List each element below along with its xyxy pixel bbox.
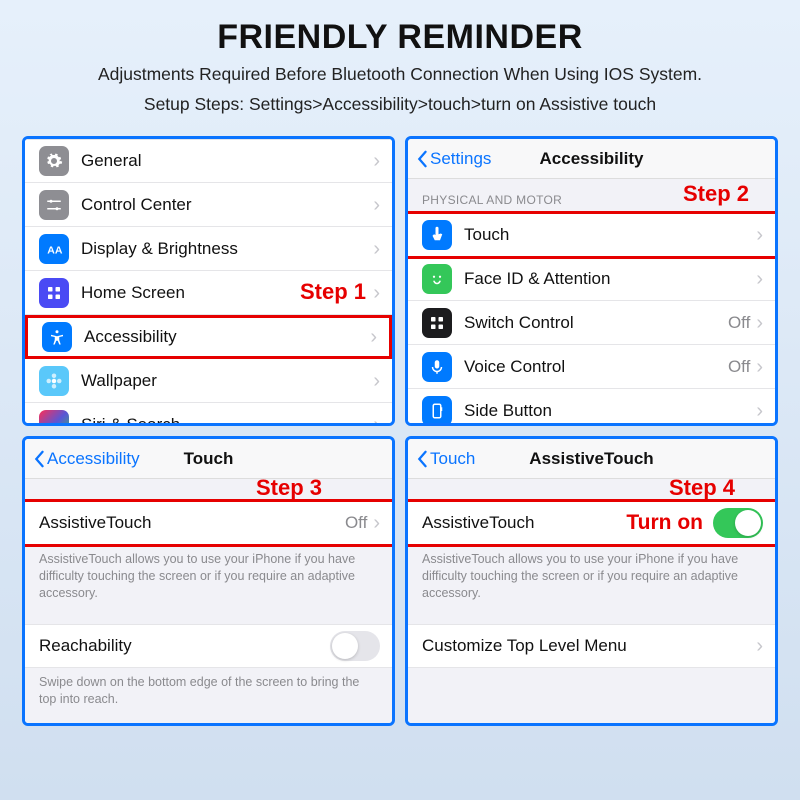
chevron-right-icon: › xyxy=(373,513,380,533)
touch-icon xyxy=(422,220,452,250)
row-label: Face ID & Attention xyxy=(464,269,756,289)
row-value: Off xyxy=(345,513,367,533)
accessibility-icon xyxy=(42,322,72,352)
row-home-screen[interactable]: Home Screen › xyxy=(25,271,392,315)
chevron-right-icon: › xyxy=(756,313,763,333)
switch-icon xyxy=(422,308,452,338)
gear-icon xyxy=(39,146,69,176)
chevron-right-icon: › xyxy=(756,401,763,421)
row-customize-menu[interactable]: Customize Top Level Menu › xyxy=(408,624,775,668)
row-label: AssistiveTouch xyxy=(39,513,345,533)
chevron-right-icon: › xyxy=(756,225,763,245)
chevron-right-icon: › xyxy=(373,371,380,391)
chevron-right-icon: › xyxy=(373,239,380,259)
row-siri-search[interactable]: Siri & Search › xyxy=(25,403,392,423)
row-touch[interactable]: Touch › xyxy=(408,213,775,257)
chevron-right-icon: › xyxy=(370,327,377,347)
assistivetouch-desc: AssistiveTouch allows you to use your iP… xyxy=(408,545,775,612)
row-label: General xyxy=(81,151,373,171)
chevron-left-icon xyxy=(33,450,45,468)
reachability-toggle[interactable] xyxy=(330,631,380,661)
back-label: Accessibility xyxy=(47,449,140,469)
row-assistivetouch[interactable]: AssistiveTouch Off › xyxy=(25,501,392,545)
row-label: Siri & Search xyxy=(81,415,373,424)
chevron-left-icon xyxy=(416,450,428,468)
back-label: Touch xyxy=(430,449,475,469)
row-label: Wallpaper xyxy=(81,371,373,391)
assistivetouch-desc: AssistiveTouch allows you to use your iP… xyxy=(25,545,392,612)
face-id-icon xyxy=(422,264,452,294)
chevron-right-icon: › xyxy=(756,269,763,289)
row-switch-control[interactable]: Switch Control Off › xyxy=(408,301,775,345)
reachability-desc: Swipe down on the bottom edge of the scr… xyxy=(25,668,392,718)
row-voice-control[interactable]: Voice Control Off › xyxy=(408,345,775,389)
subtitle-2: Setup Steps: Settings>Accessibility>touc… xyxy=(40,93,760,117)
home-grid-icon xyxy=(39,278,69,308)
row-reachability[interactable]: Reachability xyxy=(25,624,392,668)
panel-step-1: General › Control Center › AA Display & … xyxy=(22,136,395,426)
panel-step-3: Accessibility Touch AssistiveTouch Off ›… xyxy=(22,436,395,726)
turn-on-label: Turn on xyxy=(626,511,703,535)
chevron-right-icon: › xyxy=(373,195,380,215)
row-accessibility[interactable]: Accessibility › xyxy=(25,315,392,359)
side-button-icon xyxy=(422,396,452,424)
subtitle-1: Adjustments Required Before Bluetooth Co… xyxy=(40,63,760,87)
row-label: Home Screen xyxy=(81,283,373,303)
assistivetouch-toggle[interactable] xyxy=(713,508,763,538)
sliders-icon xyxy=(39,190,69,220)
row-label: Touch xyxy=(464,225,756,245)
section-header: PHYSICAL AND MOTOR xyxy=(408,179,775,213)
svg-text:AA: AA xyxy=(47,244,63,256)
flower-icon xyxy=(39,366,69,396)
row-control-center[interactable]: Control Center › xyxy=(25,183,392,227)
panel-step-4: Touch AssistiveTouch AssistiveTouch Turn… xyxy=(405,436,778,726)
panel-step-2: Settings Accessibility PHYSICAL AND MOTO… xyxy=(405,136,778,426)
header: FRIENDLY REMINDER Adjustments Required B… xyxy=(0,0,800,126)
back-label: Settings xyxy=(430,149,491,169)
row-label: Display & Brightness xyxy=(81,239,373,259)
chevron-right-icon: › xyxy=(373,283,380,303)
back-button[interactable]: Touch xyxy=(416,449,475,469)
row-general[interactable]: General › xyxy=(25,139,392,183)
row-value: Off xyxy=(728,313,750,333)
row-faceid[interactable]: Face ID & Attention › xyxy=(408,257,775,301)
mic-icon xyxy=(422,352,452,382)
row-label: Side Button xyxy=(464,401,756,421)
siri-icon xyxy=(39,410,69,424)
row-label: Accessibility xyxy=(84,327,370,347)
back-button[interactable]: Accessibility xyxy=(33,449,140,469)
navbar: Accessibility Touch xyxy=(25,439,392,479)
row-label: Control Center xyxy=(81,195,373,215)
row-label: AssistiveTouch xyxy=(422,513,626,533)
row-label: Switch Control xyxy=(464,313,728,333)
row-label: Voice Control xyxy=(464,357,728,377)
chevron-right-icon: › xyxy=(373,415,380,424)
row-label: Customize Top Level Menu xyxy=(422,636,756,656)
row-display-brightness[interactable]: AA Display & Brightness › xyxy=(25,227,392,271)
row-label: Reachability xyxy=(39,636,330,656)
chevron-right-icon: › xyxy=(756,357,763,377)
row-side-button[interactable]: Side Button › xyxy=(408,389,775,423)
chevron-right-icon: › xyxy=(373,151,380,171)
back-button[interactable]: Settings xyxy=(416,149,491,169)
row-value: Off xyxy=(728,357,750,377)
chevron-right-icon: › xyxy=(756,636,763,656)
row-assistivetouch-toggle[interactable]: AssistiveTouch Turn on xyxy=(408,501,775,545)
navbar: Touch AssistiveTouch xyxy=(408,439,775,479)
text-size-icon: AA xyxy=(39,234,69,264)
page-title: FRIENDLY REMINDER xyxy=(40,18,760,57)
navbar: Settings Accessibility xyxy=(408,139,775,179)
row-wallpaper[interactable]: Wallpaper › xyxy=(25,359,392,403)
chevron-left-icon xyxy=(416,150,428,168)
